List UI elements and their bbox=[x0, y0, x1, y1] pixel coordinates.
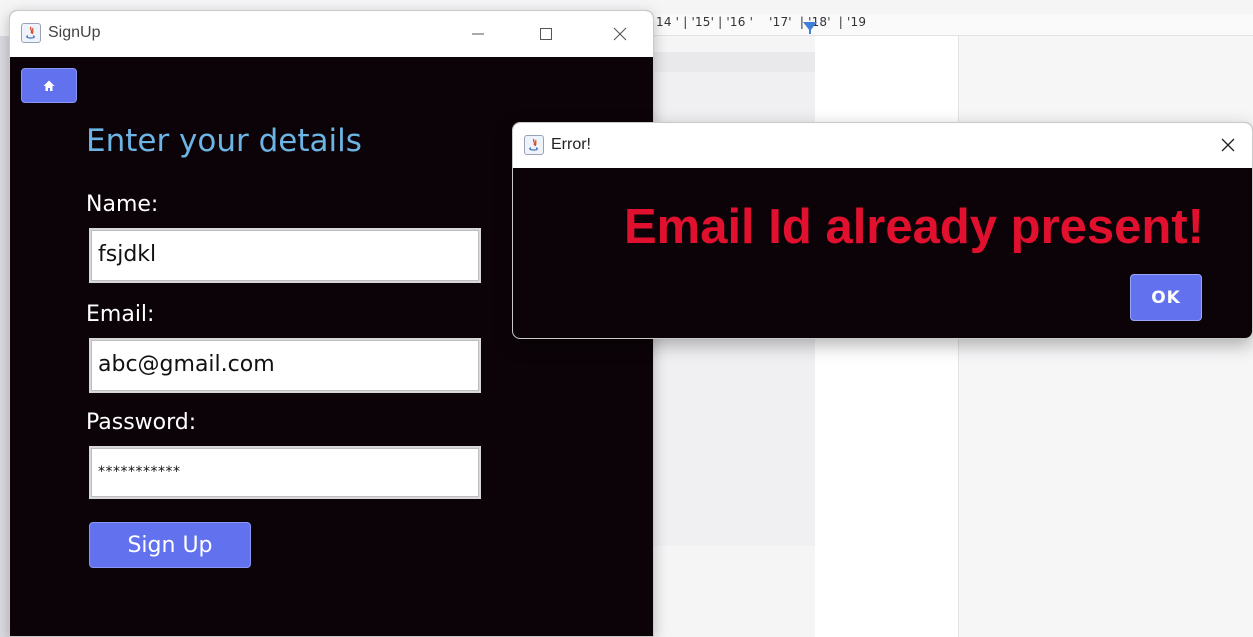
ruler-numbers: 14 ' | '15' | '16 ' '17' | '18' | '19 bbox=[656, 15, 867, 29]
name-label: Name: bbox=[86, 192, 159, 217]
home-button[interactable] bbox=[21, 68, 77, 103]
password-field[interactable]: *********** bbox=[89, 446, 481, 499]
name-field[interactable]: fsjdkl bbox=[89, 228, 481, 283]
ruler-indent-line bbox=[809, 27, 811, 34]
password-label: Password: bbox=[86, 410, 197, 435]
ok-button[interactable]: OK bbox=[1130, 274, 1202, 321]
minimize-icon bbox=[472, 33, 484, 35]
minimize-button[interactable] bbox=[460, 21, 496, 47]
home-icon bbox=[43, 80, 55, 91]
signup-button[interactable]: Sign Up bbox=[89, 522, 251, 568]
page-title: Enter your details bbox=[86, 123, 362, 159]
error-dialog: Error! Email Id already present! OK bbox=[512, 122, 1253, 339]
java-icon bbox=[524, 135, 544, 155]
ruler: 14 ' | '15' | '16 ' '17' | '18' | '19 bbox=[640, 14, 1253, 36]
email-field[interactable]: abc@gmail.com bbox=[89, 338, 481, 393]
email-label: Email: bbox=[86, 302, 155, 327]
close-icon bbox=[1221, 138, 1235, 152]
java-icon bbox=[21, 23, 41, 43]
signup-titlebar[interactable]: SignUp bbox=[10, 11, 653, 57]
maximize-button[interactable] bbox=[528, 21, 564, 47]
page-strip bbox=[653, 52, 815, 72]
close-icon bbox=[613, 27, 627, 41]
window-title: SignUp bbox=[48, 24, 101, 41]
error-close-button[interactable] bbox=[1213, 132, 1243, 158]
maximize-icon bbox=[540, 28, 552, 40]
error-message: Email Id already present! bbox=[623, 200, 1204, 254]
close-button[interactable] bbox=[602, 21, 638, 47]
error-title: Error! bbox=[551, 136, 591, 153]
error-titlebar[interactable]: Error! bbox=[513, 123, 1252, 168]
